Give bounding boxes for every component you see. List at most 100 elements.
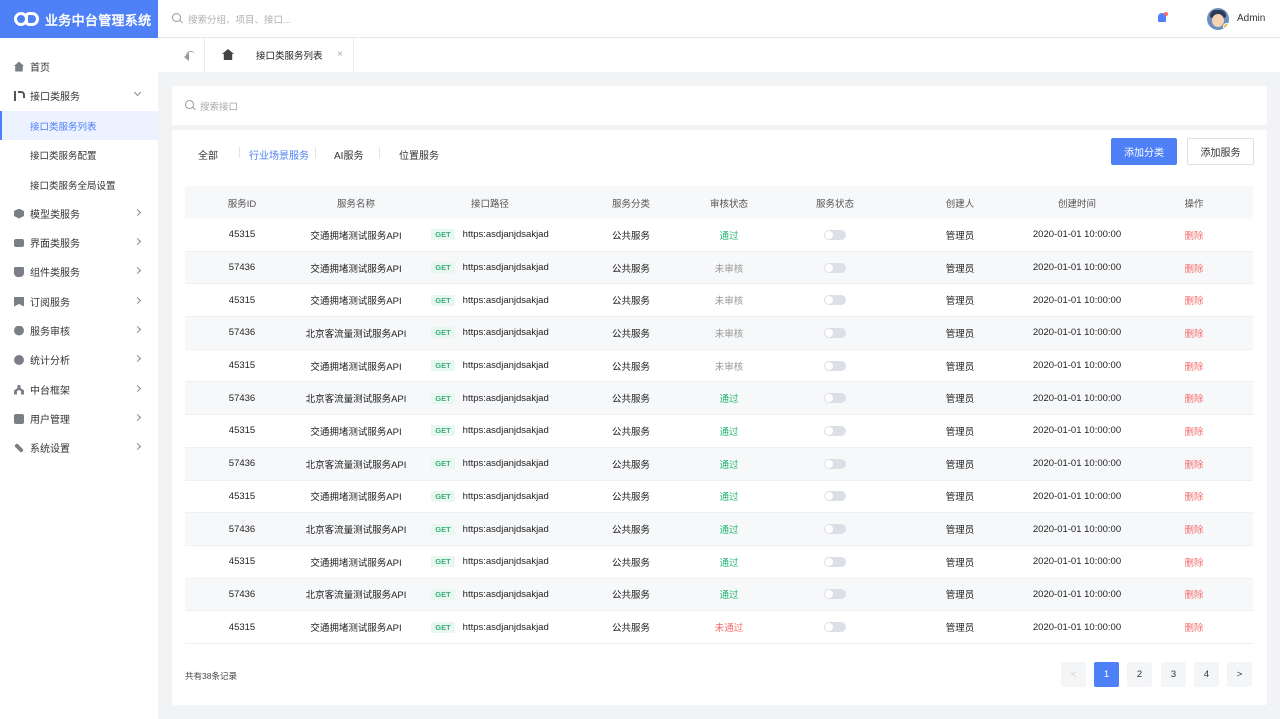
app-logo[interactable]: 业务中台管理系统: [0, 0, 158, 38]
delete-link[interactable]: 删除: [1164, 481, 1224, 513]
category-tab-location[interactable]: 位置服务: [399, 147, 439, 162]
service-status-toggle[interactable]: [824, 589, 846, 600]
service-status-toggle[interactable]: [824, 622, 846, 633]
service-status-toggle[interactable]: [824, 524, 846, 535]
divider: [204, 38, 205, 72]
cell-created-time: 2020-01-01 10:00:00: [1032, 425, 1122, 437]
sidebar-subitem-api-list[interactable]: 接口类服务列表: [0, 111, 158, 140]
sidebar-subitem-api-config[interactable]: 接口类服务配置: [0, 140, 158, 169]
category-tab-ai[interactable]: AI服务: [334, 147, 363, 162]
delete-link[interactable]: 删除: [1164, 284, 1224, 316]
pagination-next-button[interactable]: >: [1227, 662, 1252, 687]
http-method-badge: GET: [431, 621, 455, 633]
service-status-toggle[interactable]: [824, 458, 846, 469]
top-bar: 搜索分组、项目、接口... Admin: [158, 0, 1280, 38]
pagination-page-1[interactable]: 1: [1094, 662, 1119, 687]
service-status-toggle[interactable]: [824, 229, 846, 240]
cell-service-id: 45315: [228, 360, 256, 372]
sidebar-item-api-services[interactable]: 接口类服务: [0, 81, 158, 110]
pagination-page-2[interactable]: 2: [1127, 662, 1152, 687]
delete-link[interactable]: 删除: [1164, 579, 1224, 611]
service-status-toggle[interactable]: [824, 393, 846, 404]
close-icon[interactable]: ×: [337, 49, 343, 60]
cell-service-name: 交通拥堵测试服务API: [310, 263, 402, 275]
cell-created-time: 2020-01-01 10:00:00: [1032, 229, 1122, 241]
delete-link[interactable]: 删除: [1164, 382, 1224, 414]
delete-link[interactable]: 删除: [1164, 448, 1224, 480]
service-status-toggle[interactable]: [824, 425, 846, 436]
service-status-toggle[interactable]: [824, 295, 846, 306]
back-icon[interactable]: [174, 48, 214, 64]
sidebar-item-subscriptions[interactable]: 订阅服务: [0, 287, 158, 316]
http-method-badge: GET: [431, 392, 455, 404]
sidebar-subitem-api-global-settings[interactable]: 接口类服务全局设置: [0, 170, 158, 199]
category-tab-all[interactable]: 全部: [198, 147, 218, 162]
sidebar-item-label: 接口类服务: [30, 92, 80, 103]
avatar[interactable]: [1207, 8, 1229, 30]
cell-service-status: [795, 448, 875, 480]
sidebar-item-home[interactable]: 首页: [0, 52, 158, 81]
service-status-toggle[interactable]: [824, 262, 846, 273]
category-tab-industry[interactable]: 行业场景服务: [249, 147, 309, 162]
sidebar-item-system-settings[interactable]: 系统设置: [0, 433, 158, 462]
pagination-page-4[interactable]: 4: [1194, 662, 1219, 687]
cell-api-path: GET https:asdjanjdsakjad: [415, 350, 565, 382]
user-name[interactable]: Admin: [1237, 13, 1265, 24]
service-status-toggle[interactable]: [824, 360, 846, 371]
service-status-toggle[interactable]: [824, 491, 846, 502]
add-category-button[interactable]: 添加分类: [1111, 138, 1177, 165]
api-search-input[interactable]: 搜索接口: [172, 86, 1267, 125]
global-search[interactable]: 搜索分组、项目、接口...: [172, 12, 291, 26]
home-tab-icon[interactable]: [222, 49, 234, 60]
cell-service-id: 45315: [228, 490, 256, 502]
audit-status-badge: 未审核: [714, 361, 744, 373]
table-row: 57436 北京客流量测试服务API GET https:asdjanjdsakjad…: [185, 578, 1253, 612]
sidebar-item-framework[interactable]: 中台框架: [0, 375, 158, 404]
sidebar-item-component-services[interactable]: 组件类服务: [0, 257, 158, 286]
sidebar-item-statistics[interactable]: 统计分析: [0, 345, 158, 374]
audit-status-badge: 未审核: [714, 263, 744, 275]
wrench-icon: [14, 442, 24, 453]
http-method-badge: GET: [431, 229, 455, 241]
service-status-toggle[interactable]: [824, 327, 846, 338]
cell-created-time: 2020-01-01 10:00:00: [1032, 588, 1122, 600]
cell-api-path: GET https:asdjanjdsakjad: [415, 219, 565, 251]
chevron-right-icon: [133, 296, 142, 305]
service-status-toggle[interactable]: [824, 556, 846, 567]
chevron-right-icon: [133, 354, 142, 363]
cell-service-id: 45315: [228, 294, 256, 306]
delete-link[interactable]: 删除: [1164, 513, 1224, 545]
cell-service-id: 57436: [228, 327, 256, 339]
table-row: 57436 北京客流量测试服务API GET https:asdjanjdsakjad…: [185, 513, 1253, 546]
api-path-text: https:asdjanjdsakjad: [462, 425, 549, 437]
cell-creator: 管理员: [945, 459, 975, 471]
sidebar-item-user-management[interactable]: 用户管理: [0, 404, 158, 433]
global-search-placeholder[interactable]: 搜索分组、项目、接口...: [188, 12, 291, 26]
cell-service-name: 交通拥堵测试服务API: [310, 492, 402, 504]
api-path-text: https:asdjanjdsakjad: [462, 229, 549, 241]
chevron-right-icon: [133, 237, 142, 246]
cell-service-id: 45315: [228, 556, 256, 568]
delete-link[interactable]: 删除: [1164, 252, 1224, 284]
delete-link[interactable]: 删除: [1164, 350, 1224, 382]
app-title: 业务中台管理系统: [45, 12, 152, 28]
api-search-placeholder[interactable]: 搜索接口: [200, 99, 238, 113]
delete-link[interactable]: 删除: [1164, 219, 1224, 251]
sidebar-item-service-review[interactable]: 服务审核: [0, 316, 158, 345]
pagination-page-3[interactable]: 3: [1161, 662, 1186, 687]
sidebar-item-label: 界面类服务: [30, 239, 80, 250]
delete-link[interactable]: 删除: [1164, 546, 1224, 578]
delete-link[interactable]: 删除: [1164, 415, 1224, 447]
delete-link[interactable]: 删除: [1164, 317, 1224, 349]
add-service-button[interactable]: 添加服务: [1187, 138, 1254, 165]
cell-created-time: 2020-01-01 10:00:00: [1032, 294, 1122, 306]
chevron-right-icon: [133, 325, 142, 334]
pagination-prev-button[interactable]: <: [1061, 662, 1086, 687]
cell-created-time: 2020-01-01 10:00:00: [1032, 621, 1122, 633]
cell-service-status: [795, 284, 875, 316]
sidebar-item-model-services[interactable]: 模型类服务: [0, 199, 158, 228]
header-audit-status: 审核状态: [709, 198, 748, 210]
sidebar-item-ui-services[interactable]: 界面类服务: [0, 228, 158, 257]
delete-link[interactable]: 删除: [1164, 611, 1224, 643]
notification-bell-icon[interactable]: [1156, 12, 1168, 24]
